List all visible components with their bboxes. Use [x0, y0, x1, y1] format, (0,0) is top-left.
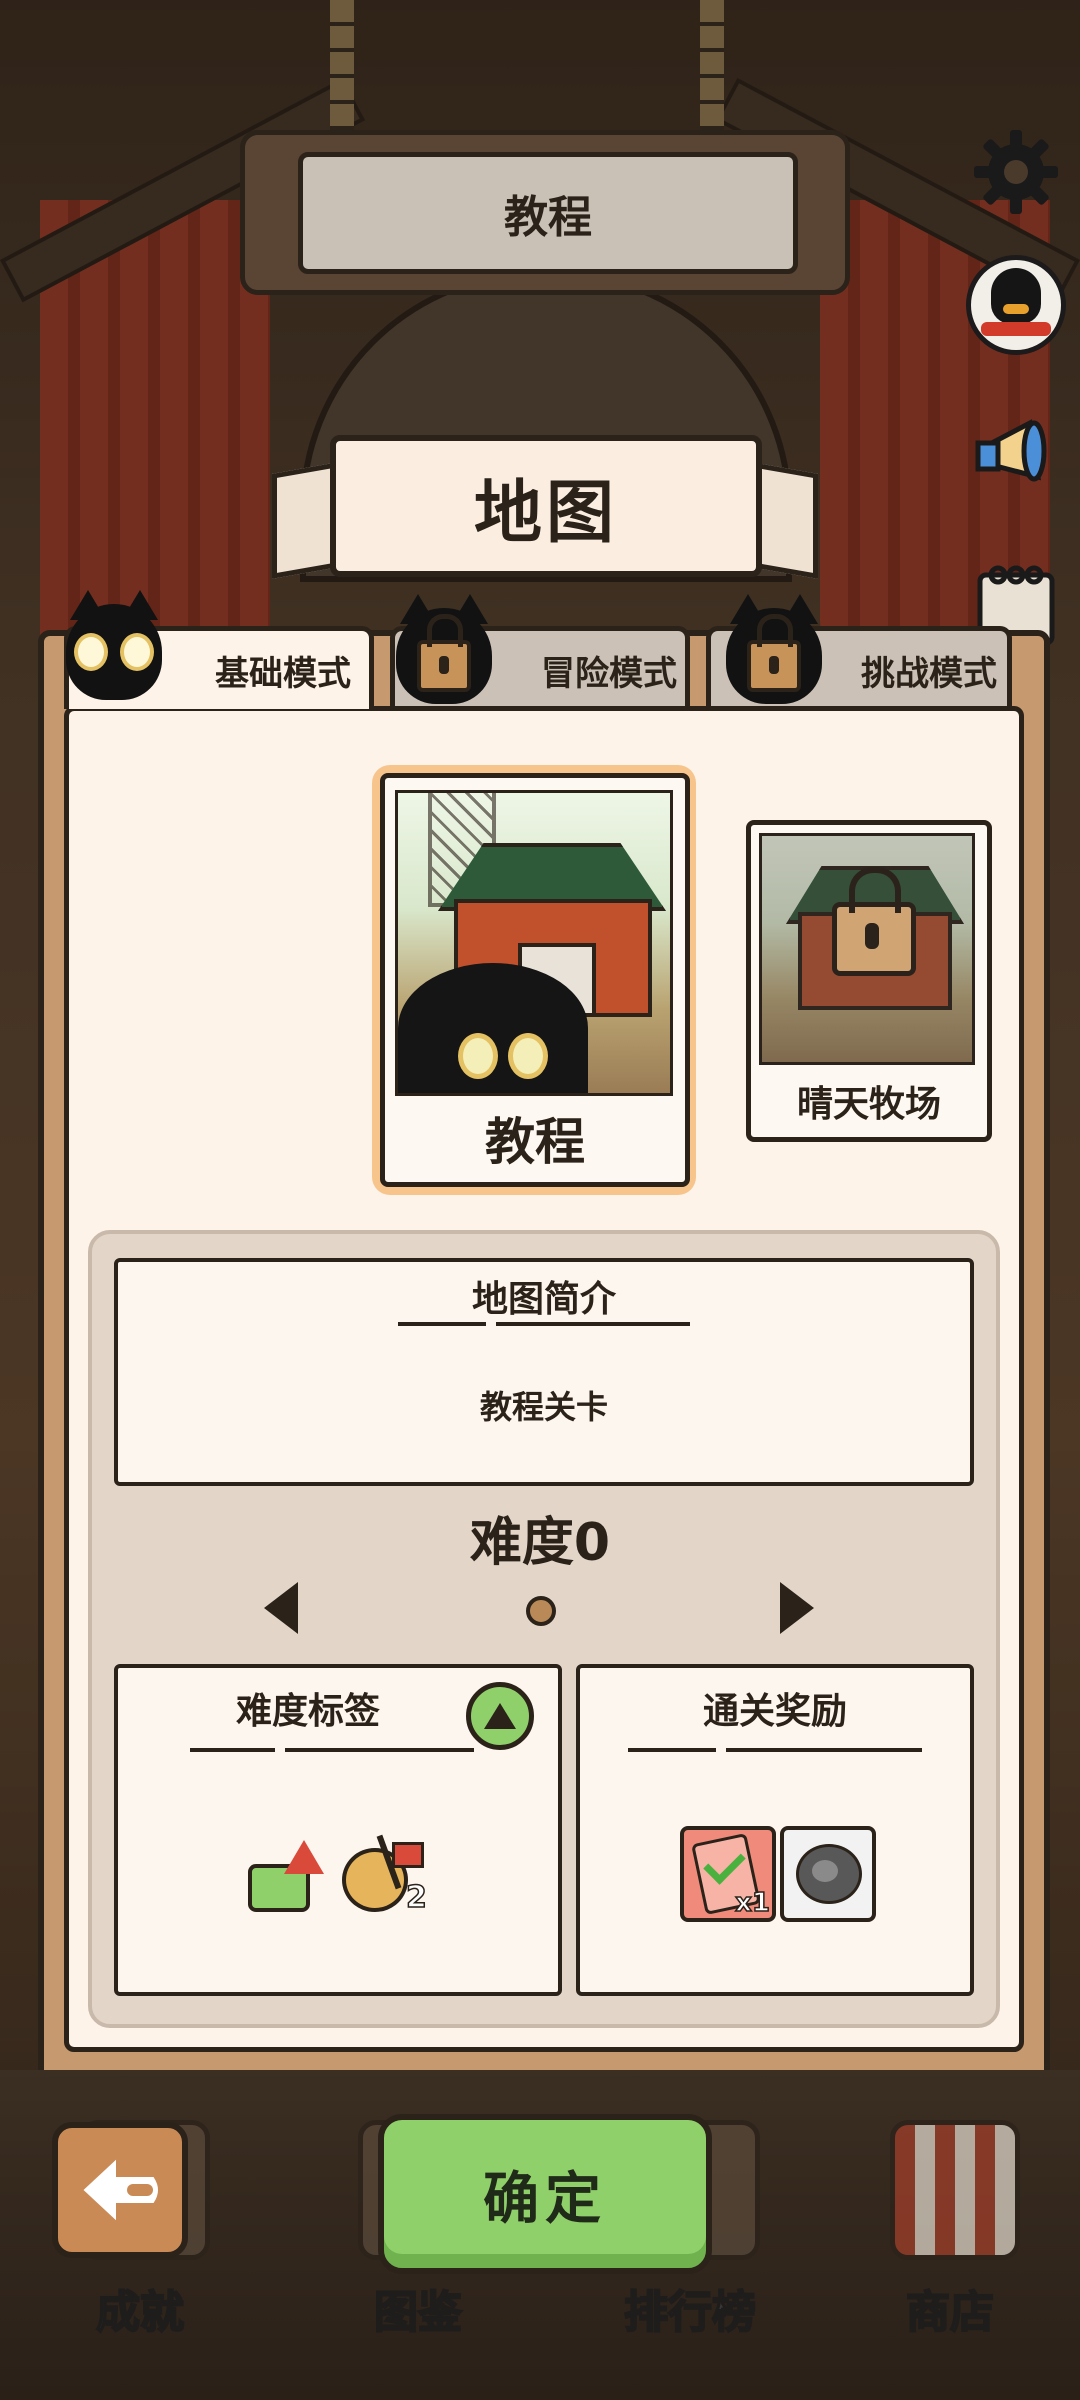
back-button[interactable] [52, 2122, 188, 2258]
megaphone-icon [975, 419, 1047, 482]
nav-leaderboard-label: 排行榜 [623, 2286, 757, 2339]
map-intro-title: 地图简介 [471, 1279, 616, 1320]
prev-difficulty-button[interactable] [264, 1582, 298, 1634]
cat-lock-icon [726, 594, 822, 704]
lock-icon [747, 614, 801, 692]
tab-basic-mode-label: 基础模式 [215, 653, 351, 694]
cat-icon [66, 590, 162, 700]
qq-button[interactable] [966, 255, 1066, 355]
divider [398, 1322, 690, 1326]
nav-shop-label: 商店 [905, 2286, 995, 2339]
penguin-icon [966, 255, 1066, 355]
divider [190, 1748, 474, 1752]
announcement-button[interactable] [966, 405, 1066, 505]
confirm-button[interactable]: 确定 [378, 2114, 712, 2274]
top-sign: 教程 [298, 152, 798, 274]
reward-card-icon: x1 [680, 1826, 776, 1922]
rewards-box: 通关奖励 x1 [576, 1664, 974, 1996]
map-name-tutorial: 教程 [485, 1113, 585, 1171]
nav-achievements-label: 成就 [95, 2286, 185, 2339]
settings-button[interactable] [966, 122, 1066, 222]
divider [628, 1748, 922, 1752]
difficulty-label: 难度0 [469, 1513, 611, 1573]
paw-arrow-up-icon [248, 1840, 324, 1912]
map-banner-title: 地图 [473, 473, 618, 553]
page-indicator-dot [526, 1596, 556, 1626]
next-difficulty-button[interactable] [780, 1582, 814, 1634]
triangle-up-icon[interactable] [466, 1682, 534, 1750]
reward-count: x1 [734, 1887, 770, 1919]
tab-adventure-mode-label: 冒险模式 [541, 653, 677, 694]
tab-challenge-mode-label: 挑战模式 [861, 653, 997, 694]
map-thumbnail-tutorial [395, 790, 673, 1096]
map-thumbnail-sunny-ranch [759, 833, 975, 1065]
map-card-tutorial[interactable]: 教程 [380, 773, 690, 1187]
sign-chain-right [700, 0, 724, 130]
tag-count: 2 [405, 1879, 427, 1916]
nav-collection-label: 图鉴 [373, 2286, 463, 2339]
map-intro-text: 教程关卡 [479, 1388, 608, 1426]
sign-chain-left [330, 0, 354, 130]
map-name-sunny-ranch: 晴天牧场 [796, 1084, 941, 1125]
lock-icon [417, 614, 471, 692]
map-banner: 地图 [330, 435, 762, 577]
cat-lock-icon [396, 594, 492, 704]
lock-icon [832, 867, 916, 976]
map-card-sunny-ranch[interactable]: 晴天牧场 [746, 820, 992, 1142]
map-intro-box: 地图简介 教程关卡 [114, 1258, 974, 1486]
paw-flag-icon: 2 [342, 1834, 432, 1916]
difficulty-tags-box: 难度标签 2 [114, 1664, 562, 1996]
rewards-title: 通关奖励 [702, 1691, 847, 1732]
gear-icon [974, 130, 1058, 214]
shop-icon [890, 2120, 1020, 2260]
confirm-button-label: 确定 [483, 2166, 607, 2232]
reward-sheep-icon [780, 1826, 876, 1922]
nav-shop[interactable]: 商店 [850, 2110, 1050, 2340]
top-sign-title: 教程 [504, 192, 592, 243]
back-arrow-icon [83, 2159, 158, 2221]
